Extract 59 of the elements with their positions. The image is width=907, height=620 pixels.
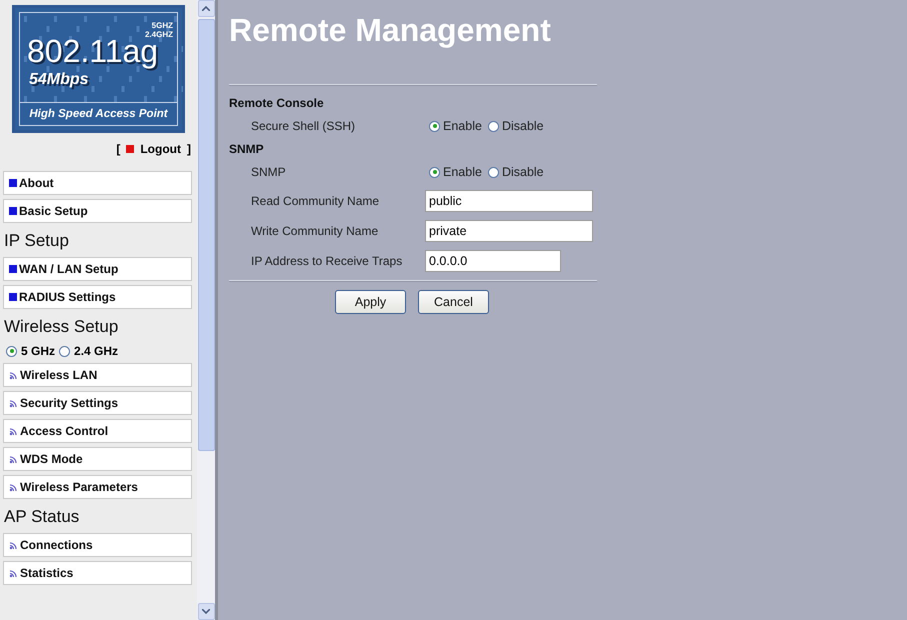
form-button[interactable]: Cancel <box>418 290 489 314</box>
signal-icon <box>9 482 18 492</box>
signal-icon <box>9 398 18 408</box>
tagline: High Speed Access Point <box>28 107 169 122</box>
signal-icon <box>9 454 18 464</box>
menu-item[interactable]: Basic Setup <box>3 199 192 223</box>
section-heading: SNMP <box>229 141 265 158</box>
section-heading: IP Setup <box>3 231 70 251</box>
radio-label: 2.4 GHz <box>74 344 118 358</box>
field-label: IP Address to Receive Traps <box>250 254 404 268</box>
radio-label: Disable <box>502 119 544 133</box>
signal-icon <box>9 568 18 578</box>
menu-item[interactable]: WAN / LAN Setup <box>3 257 192 281</box>
radio-label: Enable <box>443 119 482 133</box>
bracket: ] <box>187 142 191 156</box>
field-label: Write Community Name <box>250 224 380 238</box>
signal-icon <box>9 426 18 436</box>
square-icon <box>9 265 17 273</box>
radio-button[interactable] <box>488 166 499 178</box>
radio-button[interactable] <box>6 346 17 356</box>
field-label: Secure Shell (SSH) <box>250 119 356 133</box>
menu-item[interactable]: Connections <box>3 533 192 557</box>
menu-item[interactable]: Access Control <box>3 419 192 443</box>
band-label: 5GHZ <box>152 21 173 30</box>
menu-item[interactable]: Statistics <box>3 561 192 585</box>
field-label: Read Community Name <box>250 194 380 208</box>
speed-label: 54Mbps <box>29 71 89 89</box>
input-field[interactable]: 0.0.0.0 <box>425 250 561 272</box>
band-label: 2.4GHZ <box>144 30 173 39</box>
menu-item[interactable]: WDS Mode <box>3 447 192 471</box>
menu-item[interactable]: About <box>3 171 192 195</box>
square-icon <box>9 179 17 187</box>
form-button[interactable]: Apply <box>335 290 406 314</box>
square-icon <box>9 293 17 301</box>
menu-item[interactable]: RADIUS Settings <box>3 285 192 309</box>
scrollbar[interactable] <box>197 0 218 620</box>
radio-button[interactable] <box>429 120 440 132</box>
radio-button[interactable] <box>59 346 70 356</box>
menu-item[interactable]: Wireless Parameters <box>3 475 192 499</box>
signal-icon <box>9 370 18 380</box>
bracket: [ <box>116 142 120 156</box>
section-heading: Wireless Setup <box>3 317 120 337</box>
signal-icon <box>9 540 18 550</box>
input-field[interactable]: public <box>425 190 593 212</box>
menu-item[interactable]: Wireless LAN <box>3 363 192 387</box>
radio-label: Disable <box>502 165 544 179</box>
section-heading: Remote Console <box>229 95 325 112</box>
square-icon <box>126 145 134 153</box>
menu-item[interactable]: Security Settings <box>3 391 192 415</box>
logout-link[interactable]: Logout <box>140 142 181 156</box>
field-label: SNMP <box>250 165 287 179</box>
radio-button[interactable] <box>429 166 440 178</box>
page-title: Remote Management <box>229 12 552 50</box>
radio-button[interactable] <box>488 120 499 132</box>
input-field[interactable]: private <box>425 220 593 242</box>
section-heading: AP Status <box>3 507 80 527</box>
square-icon <box>9 207 17 215</box>
radio-label: 5 GHz <box>21 344 56 358</box>
radio-label: Enable <box>443 165 482 179</box>
